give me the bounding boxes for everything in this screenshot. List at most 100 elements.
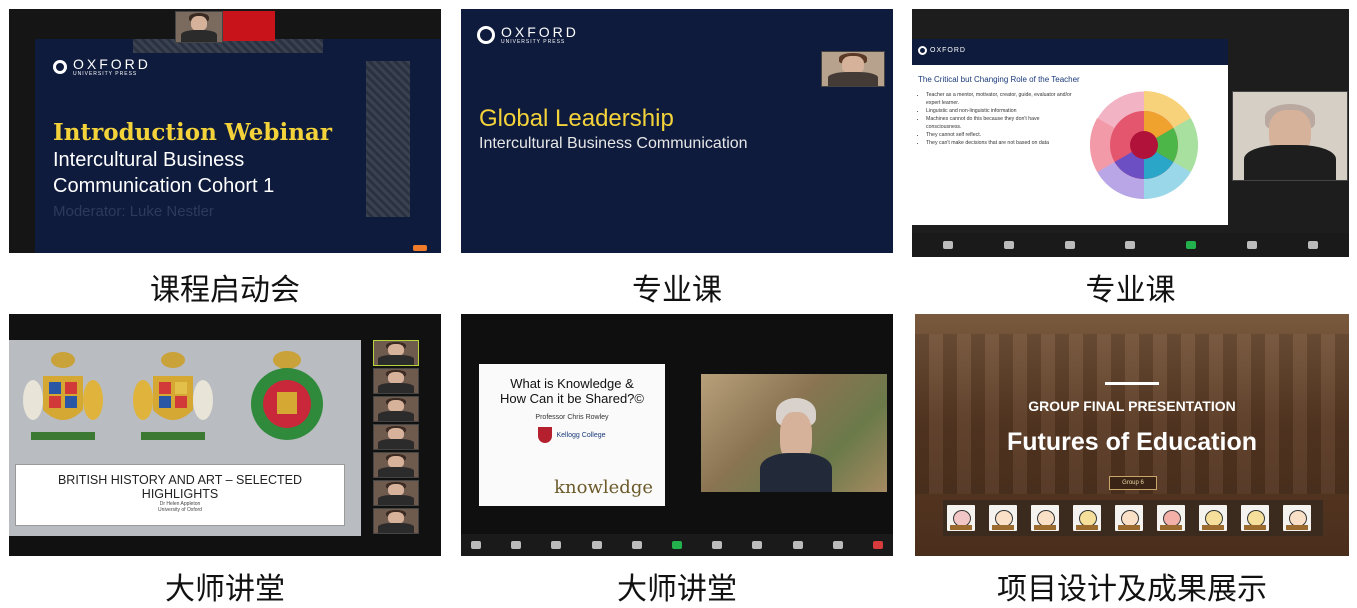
caption-project-showcase: 项目设计及成果展示 <box>997 572 1267 607</box>
oxford-logo: OXFORD <box>918 46 966 55</box>
end-meeting-icon[interactable] <box>872 541 883 549</box>
student-avatar[interactable] <box>1239 503 1271 533</box>
participant-tile[interactable] <box>373 340 419 366</box>
panel-masterclass-1: BRITISH HISTORY AND ART – SELECTED HIGHL… <box>9 314 441 607</box>
participants-icon[interactable] <box>591 541 602 549</box>
orange-indicator-icon <box>413 245 427 251</box>
participant-tile[interactable] <box>373 396 419 422</box>
slide-moderator: Moderator: Luke Nestler <box>53 203 214 220</box>
slide-line1: Intercultural Business <box>53 149 245 171</box>
panel-masterclass-2: What is Knowledge & How Can it be Shared… <box>461 314 893 607</box>
oxford-logo: OXFORD UNIVERSITY PRESS <box>477 25 579 45</box>
slide-subtitle: Intercultural Business Communication <box>479 135 748 152</box>
slide-header-bar: OXFORD <box>912 39 1228 65</box>
chat-icon[interactable] <box>1125 241 1136 249</box>
slide-title: Global Leadership <box>479 105 674 132</box>
meeting-toolbar <box>912 233 1349 257</box>
caption-major-course-1: 专业课 <box>632 273 722 308</box>
video-icon[interactable] <box>1004 241 1015 249</box>
avatar-row <box>943 500 1323 536</box>
screenshot-major-course-2: OXFORD The Critical but Changing Role of… <box>912 9 1349 257</box>
participants-icon[interactable] <box>1064 241 1075 249</box>
slide-title: Introduction Webinar <box>53 119 332 146</box>
participant-tile[interactable] <box>373 424 419 450</box>
participant-strip <box>373 340 419 534</box>
breakout-rooms-icon[interactable] <box>752 541 763 549</box>
screenshot-kickoff: OXFORD UNIVERSITY PRESS Introduction Web… <box>9 9 441 253</box>
speaker-video-tile[interactable] <box>1232 91 1348 181</box>
hatched-strip-right <box>366 61 410 217</box>
oxford-wordmark: OXFORD <box>930 47 966 54</box>
student-avatar[interactable] <box>987 503 1019 533</box>
student-avatar[interactable] <box>1197 503 1229 533</box>
bullet-list: Teacher as a mentor, motivator, creator,… <box>912 91 1076 147</box>
royal-badge-wales-icon <box>251 351 323 440</box>
panel-kickoff: OXFORD UNIVERSITY PRESS Introduction Web… <box>9 9 441 308</box>
oxford-logo: OXFORD UNIVERSITY PRESS <box>53 57 151 77</box>
participant-tile[interactable] <box>373 508 419 534</box>
apps-icon[interactable] <box>832 541 843 549</box>
bullet-item: Machines cannot do this because they don… <box>926 115 1076 131</box>
campus-video-tile[interactable] <box>701 374 887 492</box>
mute-icon[interactable] <box>471 541 481 549</box>
meeting-toolbar <box>461 534 893 556</box>
panel-major-course-2: OXFORD The Critical but Changing Role of… <box>912 9 1349 308</box>
student-avatar[interactable] <box>1071 503 1103 533</box>
college-crest-icon <box>538 427 553 443</box>
building-silhouette <box>915 334 1349 494</box>
slide: What is Knowledge & How Can it be Shared… <box>479 364 665 506</box>
security-icon[interactable] <box>551 541 562 549</box>
reactions-icon[interactable] <box>1307 241 1318 249</box>
slide-title-line1: BRITISH HISTORY AND ART – SELECTED <box>57 473 303 487</box>
share-screen-icon[interactable] <box>1186 241 1197 249</box>
caption-major-course-2: 专业课 <box>1085 273 1176 308</box>
screenshot-project-showcase: GROUP FINAL PRESENTATION Futures of Educ… <box>915 314 1349 556</box>
student-avatar[interactable] <box>1281 503 1313 533</box>
caption-masterclass-2: 大师讲堂 <box>617 572 737 607</box>
bullet-item: Linguistic and non-linguistic informatio… <box>926 107 1076 115</box>
slide-affiliation: University of Oxford <box>158 507 202 513</box>
speaker-video-thumbnail[interactable] <box>821 51 885 87</box>
panel-project-showcase: GROUP FINAL PRESENTATION Futures of Educ… <box>915 314 1349 607</box>
screenshot-major-course-1: OXFORD UNIVERSITY PRESS Global Leadershi… <box>461 9 893 253</box>
student-avatar[interactable] <box>1029 503 1061 533</box>
student-avatar[interactable] <box>1155 503 1187 533</box>
wordcloud-word: knowledge <box>554 477 653 498</box>
caption-kickoff: 课程启动会 <box>150 273 300 308</box>
participant-tile[interactable] <box>373 368 419 394</box>
slide-speaker: Professor Chris Rowley <box>535 414 609 421</box>
student-avatar[interactable] <box>1113 503 1145 533</box>
slide-title: The Critical but Changing Role of the Te… <box>918 75 1080 84</box>
oxford-wordmark: OXFORD <box>501 24 579 40</box>
slide-line2: Communication Cohort 1 <box>53 175 275 197</box>
royal-coat-of-arms-scotland-icon <box>23 352 103 440</box>
record-icon[interactable] <box>712 541 723 549</box>
caption-masterclass-1: 大师讲堂 <box>165 572 285 607</box>
slide-title-line2: How Can it be Shared?© <box>500 391 644 406</box>
slide: OXFORD UNIVERSITY PRESS Introduction Web… <box>35 39 441 253</box>
participant-tile[interactable] <box>373 452 419 478</box>
student-avatar[interactable] <box>945 503 977 533</box>
reactions-icon[interactable] <box>792 541 803 549</box>
heading: GROUP FINAL PRESENTATION <box>1028 398 1236 414</box>
college-name: Kellogg College <box>556 431 606 439</box>
group-badge: Group 6 <box>1109 476 1157 490</box>
mute-icon[interactable] <box>943 241 954 249</box>
share-screen-icon[interactable] <box>671 541 682 549</box>
oxford-ring-icon <box>477 26 495 44</box>
oxford-ring-icon <box>53 60 67 74</box>
red-video-tile[interactable] <box>223 11 275 41</box>
speaker-video <box>751 394 841 492</box>
title-box: BRITISH HISTORY AND ART – SELECTED HIGHL… <box>15 464 345 526</box>
chat-icon[interactable] <box>631 541 642 549</box>
speaker-video-thumbnail[interactable] <box>175 11 223 43</box>
bullet-item: They can't make decisions that are not b… <box>926 139 1076 147</box>
oxford-wordmark: OXFORD <box>73 56 151 72</box>
royal-coat-of-arms-uk-icon <box>133 352 213 440</box>
slide-title-line1: What is Knowledge & <box>510 376 634 391</box>
video-icon[interactable] <box>511 541 522 549</box>
participant-tile[interactable] <box>373 480 419 506</box>
divider-line <box>1105 382 1159 385</box>
record-icon[interactable] <box>1246 241 1257 249</box>
slide: OXFORD The Critical but Changing Role of… <box>912 39 1228 225</box>
